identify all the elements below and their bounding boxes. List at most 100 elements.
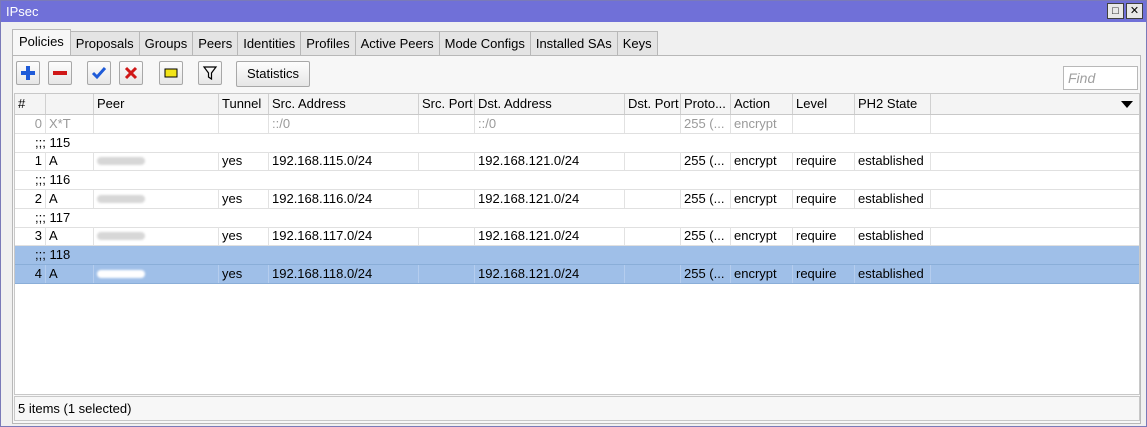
col-header-dst-port[interactable]: Dst. Port <box>625 94 681 114</box>
comment-button[interactable] <box>159 61 183 85</box>
comment-row[interactable]: ;;; 117 <box>15 209 1139 228</box>
cell-dst: 192.168.121.0/24 <box>475 152 625 171</box>
column-menu-chevron-icon[interactable] <box>1121 101 1133 108</box>
tab-keys[interactable]: Keys <box>617 31 658 56</box>
cell-num: 2 <box>15 189 46 208</box>
row-comment: ;;; 115 <box>35 134 71 150</box>
cell-level: require <box>793 189 855 208</box>
remove-button[interactable] <box>48 61 72 85</box>
cell-peer <box>94 115 219 133</box>
cell-dst: 192.168.121.0/24 <box>475 227 625 246</box>
check-icon <box>91 67 107 80</box>
cell-peer <box>94 264 219 283</box>
enable-button[interactable] <box>87 61 111 85</box>
cell-src: 192.168.116.0/24 <box>269 189 419 208</box>
row-comment: ;;; 117 <box>35 209 71 225</box>
tab-mode-configs[interactable]: Mode Configs <box>439 31 531 56</box>
comment-icon <box>164 68 178 78</box>
cell-dport <box>625 152 681 171</box>
tab-groups[interactable]: Groups <box>139 31 194 56</box>
cell-ph2 <box>855 115 931 133</box>
cell-num: 4 <box>15 264 46 283</box>
cell-ph2: established <box>855 189 931 208</box>
col-header-proto[interactable]: Proto... <box>681 94 731 114</box>
tab-installed-sas[interactable]: Installed SAs <box>530 31 618 56</box>
statistics-button[interactable]: Statistics <box>236 61 311 87</box>
redacted-peer-name <box>97 157 145 166</box>
cell-proto: 255 (... <box>681 189 731 208</box>
col-header-peer[interactable]: Peer <box>94 94 219 114</box>
close-button[interactable]: ✕ <box>1126 3 1143 19</box>
cell-sport <box>419 227 475 246</box>
col-header-flags[interactable] <box>46 94 94 114</box>
cell-num: 3 <box>15 227 46 246</box>
tab-profiles[interactable]: Profiles <box>301 31 356 56</box>
cell-num: 1 <box>15 152 46 171</box>
maximize-button[interactable]: □ <box>1107 3 1124 19</box>
cell-ph2: established <box>855 227 931 246</box>
cell-dport <box>625 115 681 133</box>
cell-dst: 192.168.121.0/24 <box>475 189 625 208</box>
cell-level: require <box>793 264 855 283</box>
cell-tunnel: yes <box>219 264 269 283</box>
tab-proposals[interactable]: Proposals <box>70 31 140 56</box>
col-header-dst-address[interactable]: Dst. Address <box>475 94 625 114</box>
add-button[interactable] <box>16 61 40 85</box>
disable-button[interactable] <box>119 61 143 85</box>
table-header: # Peer Tunnel Src. Address Src. Port Dst… <box>15 94 1139 115</box>
table-row[interactable]: 1 Ayes 192.168.115.0/24 192.168.121.0/24 255… <box>15 152 1139 172</box>
tab-peers[interactable]: Peers <box>193 31 239 56</box>
table-row[interactable]: 2 Ayes 192.168.116.0/24 192.168.121.0/24 255… <box>15 189 1139 209</box>
cell-num: 0 <box>15 115 46 133</box>
cell-peer <box>94 152 219 171</box>
comment-row[interactable]: ;;; 118 <box>15 245 1139 265</box>
table-row[interactable]: 0 X*T::/0::/0 255 (... encrypt <box>15 115 1139 134</box>
col-header-ph2-state[interactable]: PH2 State <box>855 94 931 114</box>
cell-action: encrypt <box>731 227 793 246</box>
col-header-action[interactable]: Action <box>731 94 793 114</box>
ipsec-window: IPsec □ ✕ Policies Proposals Groups Peer… <box>0 0 1147 427</box>
comment-row[interactable]: ;;; 115 <box>15 134 1139 153</box>
cell-flags: A <box>46 264 94 283</box>
cell-sport <box>419 115 475 133</box>
minus-icon <box>53 71 67 75</box>
col-header-num[interactable]: # <box>15 94 46 114</box>
redacted-peer-name <box>97 194 145 203</box>
policies-table: # Peer Tunnel Src. Address Src. Port Dst… <box>14 93 1140 395</box>
tab-active-peers[interactable]: Active Peers <box>355 31 440 56</box>
comment-row[interactable]: ;;; 116 <box>15 171 1139 191</box>
tab-policies[interactable]: Policies <box>12 29 71 56</box>
col-header-tunnel[interactable]: Tunnel <box>219 94 269 114</box>
col-header-src-address[interactable]: Src. Address <box>269 94 419 114</box>
cell-proto: 255 (... <box>681 264 731 283</box>
cell-action: encrypt <box>731 152 793 171</box>
cell-action: encrypt <box>731 264 793 283</box>
table-row[interactable]: 4 Ayes 192.168.118.0/24 192.168.121.0/24 255… <box>15 264 1139 284</box>
col-header-src-port[interactable]: Src. Port <box>419 94 475 114</box>
cell-action: encrypt <box>731 189 793 208</box>
filter-button[interactable] <box>198 61 222 85</box>
cell-ph2: established <box>855 264 931 283</box>
close-icon: ✕ <box>1129 5 1140 17</box>
cell-dport <box>625 264 681 283</box>
cross-icon <box>124 66 138 80</box>
row-comment: ;;; 118 <box>35 246 71 262</box>
cell-level: require <box>793 152 855 171</box>
cell-sport <box>419 189 475 208</box>
cell-tunnel: yes <box>219 189 269 208</box>
redacted-peer-name <box>97 269 145 278</box>
cell-src: 192.168.117.0/24 <box>269 227 419 246</box>
title-bar[interactable]: IPsec □ ✕ <box>1 1 1146 22</box>
cell-peer <box>94 189 219 208</box>
col-header-level[interactable]: Level <box>793 94 855 114</box>
plus-icon <box>21 66 35 80</box>
tab-identities[interactable]: Identities <box>238 31 302 56</box>
find-input[interactable]: Find <box>1063 66 1138 90</box>
table-row[interactable]: 3 Ayes 192.168.117.0/24 192.168.121.0/24 255… <box>15 227 1139 247</box>
cell-tunnel: yes <box>219 152 269 171</box>
cell-src: 192.168.118.0/24 <box>269 264 419 283</box>
cell-action: encrypt <box>731 115 793 133</box>
cell-dst: 192.168.121.0/24 <box>475 264 625 283</box>
status-bar: 5 items (1 selected) <box>14 396 1140 421</box>
cell-flags: A <box>46 189 94 208</box>
